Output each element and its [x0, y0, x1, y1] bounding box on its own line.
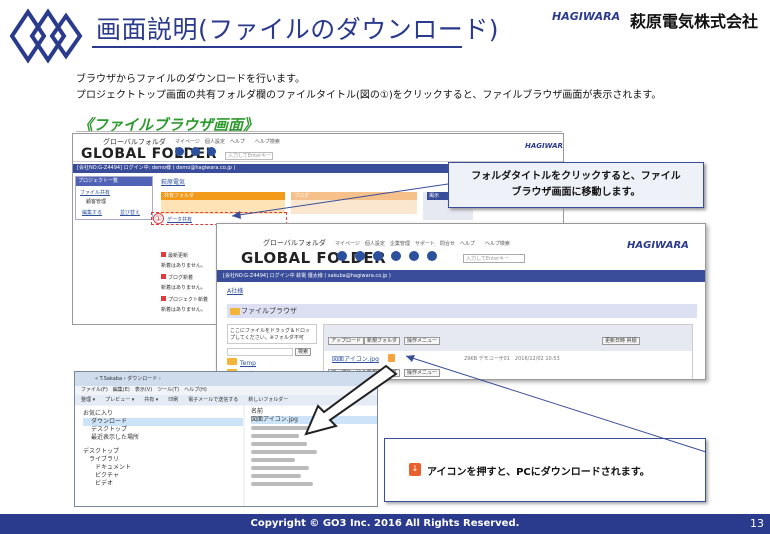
- callout-folder-title: フォルダタイトルをクリックすると、ファイル ブラウザ画面に移動します。: [448, 162, 704, 208]
- s2-file-meta: 29KB デモユーザ01 2016/12/02 10:53: [464, 356, 560, 362]
- s1-notice-text: 新着はありません。: [161, 285, 206, 291]
- s3-nav-item[interactable]: ビデオ: [83, 480, 243, 488]
- s2-new-folder-button[interactable]: 新規フォルダ: [364, 337, 401, 345]
- s2-breadcrumb[interactable]: A社様: [227, 286, 243, 295]
- s1-blog-header: ブログ: [291, 192, 417, 200]
- s3-menu-bar[interactable]: ファイル(F) 編集(E) 表示(V) ツール(T) ヘルプ(H): [75, 386, 377, 395]
- s3-file-row[interactable]: [251, 472, 377, 480]
- intro-text: ブラウザからファイルのダウンロードを行います。 プロジェクトトップ画面の共有フォ…: [76, 72, 661, 104]
- settings-icon[interactable]: [191, 147, 200, 156]
- s2-login-bar: [会社NO:G-Z4494] ログイン中 萩電 優太様 ( sakuba@hag…: [217, 270, 705, 282]
- s2-nav: マイページ 個人設定 企業管理 サポート 問合せ ヘルプ ヘルプ検索: [335, 241, 510, 247]
- s1-notices: 最新更新 新着はありません。 ブログ新着 新着はありません。 プロジェクト新着 …: [161, 252, 223, 313]
- download-icon: ↓: [409, 463, 421, 476]
- s1-blog-body: [291, 200, 417, 214]
- s3-nav-item[interactable]: ピクチャ: [83, 472, 243, 480]
- s2-brand-small: グローバルフォルダ: [263, 239, 326, 247]
- s3-toolbar[interactable]: 整理 ▾ プレビュー ▾ 共有 ▾ 印刷 電子メールで送信する 新しいフォルダー: [75, 395, 377, 405]
- s2-folder-search-input[interactable]: [227, 348, 293, 356]
- s1-header: グローバルフォルダ GLOBAL FOLDER マイページ 個人設定 ヘルプ ヘ…: [73, 134, 563, 162]
- s1-project-item[interactable]: ファイル共有: [80, 189, 110, 196]
- title-underline: [92, 46, 462, 48]
- s1-project-item[interactable]: 顧客管理: [86, 198, 106, 205]
- s2-drop-zone[interactable]: ここにファイルをドラッグ＆ドロップしてください。※フォルダ不可: [227, 324, 317, 344]
- s2-ops-menu-button[interactable]: 操作メニュー: [404, 337, 441, 345]
- s3-nav-item[interactable]: デスクトップ: [83, 448, 243, 456]
- intro-line-1: ブラウザからファイルのダウンロードを行います。: [76, 74, 305, 85]
- s3-file-row[interactable]: [251, 432, 377, 440]
- file-browser-screenshot: グローバルフォルダ GLOBAL FOLDER マイページ 個人設定 企業管理 …: [216, 223, 706, 380]
- s2-hagiwara-logo: HAGIWARA: [627, 240, 689, 251]
- s3-nav-item[interactable]: ドキュメント: [83, 464, 243, 472]
- s1-notice-label: プロジェクト新着: [168, 297, 209, 303]
- s3-nav-pane: お気に入り ダウンロード デスクトップ 最近表示した場所 デスクトップ ライブラ…: [75, 406, 243, 506]
- s1-shared-folder-header: 共有フォルダ: [161, 192, 285, 200]
- s3-file-row[interactable]: [251, 440, 377, 448]
- s1-project-title[interactable]: 萩原電気: [161, 177, 185, 186]
- explorer-screenshot: « T.Sakaba › ダウンロード › ファイル(F) 編集(E) 表示(V…: [74, 371, 378, 507]
- s1-hagiwara-logo: HAGIWARA: [525, 142, 564, 150]
- s3-file-row[interactable]: [251, 424, 377, 432]
- s3-address-bar[interactable]: « T.Sakaba › ダウンロード ›: [75, 372, 377, 386]
- s2-search-button[interactable]: 検索: [295, 348, 312, 356]
- hagiwara-logo: HAGIWARA: [552, 10, 621, 23]
- s3-list-header[interactable]: 名前: [251, 408, 377, 416]
- s1-notice-label: 最新更新: [168, 253, 189, 259]
- s3-nav-item[interactable]: お気に入り: [83, 410, 243, 418]
- s1-order-link[interactable]: 並び替え: [120, 209, 140, 216]
- contact-icon[interactable]: [409, 251, 419, 261]
- s1-project-list-header: プロジェクト一覧: [76, 177, 152, 186]
- s1-notice-text: 新着はありません。: [161, 307, 206, 313]
- mypage-icon[interactable]: [175, 147, 184, 156]
- callout-2-text: アイコンを押すと、PCにダウンロードされます。: [427, 467, 650, 478]
- page-number: 13: [750, 517, 764, 530]
- go3-logo: [9, 8, 83, 64]
- s2-search-input[interactable]: 入力してEnterキー: [463, 254, 525, 263]
- company-name: 萩原電気株式会社: [630, 12, 759, 31]
- s1-edit-link[interactable]: 編集する: [82, 209, 102, 216]
- callout-1-line-1: フォルダタイトルをクリックすると、ファイル: [471, 171, 681, 182]
- s3-file-list: 名前 図面アイコン.jpg: [245, 406, 377, 506]
- s1-project-list: プロジェクト一覧 ファイル共有 顧客管理 編集する 並び替え: [75, 176, 153, 220]
- section-rule: [76, 131, 562, 132]
- s2-file-table: アップロード 新規フォルダ 操作メニュー 更新日時 昇順 図面アイコン.jpg …: [323, 324, 693, 379]
- s3-file-row[interactable]: [251, 448, 377, 456]
- s2-folder-item[interactable]: Temp: [240, 360, 256, 367]
- intro-line-2: プロジェクトトップ画面の共有フォルダ欄のファイルタイトル(図の①)をクリックする…: [76, 90, 662, 101]
- s2-file-link[interactable]: 図面アイコン.jpg: [332, 354, 379, 363]
- s2-upload-button[interactable]: アップロード: [328, 337, 365, 345]
- s3-file-row[interactable]: [251, 464, 377, 472]
- callout-1-line-2: ブラウザ画面に移動します。: [511, 187, 641, 198]
- mypage-icon[interactable]: [337, 251, 347, 261]
- folder-icon: [230, 308, 240, 315]
- download-icon[interactable]: [388, 354, 395, 362]
- s3-nav-item[interactable]: 最近表示した場所: [83, 434, 243, 442]
- s2-table-toolbar: アップロード 新規フォルダ 操作メニュー 更新日時 昇順: [324, 325, 692, 351]
- s1-notice-label: ブログ新着: [168, 275, 194, 281]
- callout-download: ↓ アイコンを押すと、PCにダウンロードされます。: [384, 438, 706, 502]
- help-icon[interactable]: [427, 251, 437, 261]
- settings-icon[interactable]: [355, 251, 365, 261]
- support-icon[interactable]: [391, 251, 401, 261]
- s1-notice-text: 新着はありません。: [161, 263, 206, 269]
- page-title: 画面説明(ファイルのダウンロード): [96, 15, 500, 44]
- footer-copyright: Copyright © GO3 Inc. 2016 All Rights Res…: [0, 514, 770, 534]
- s1-folder-title-link[interactable]: データ共有: [167, 216, 192, 223]
- s3-downloaded-file[interactable]: 図面アイコン.jpg: [251, 416, 377, 424]
- s1-nav: マイページ 個人設定 ヘルプ ヘルプ検索: [175, 139, 280, 145]
- s2-file-browser-label: ファイルブラウザ: [241, 307, 297, 315]
- s3-file-row[interactable]: [251, 480, 377, 488]
- s2-ops-menu-button[interactable]: 操作メニュー: [404, 369, 441, 377]
- s3-file-row[interactable]: [251, 456, 377, 464]
- s3-nav-item[interactable]: ライブラリ: [83, 456, 243, 464]
- s1-search-input[interactable]: 入力してEnterキー: [225, 152, 273, 160]
- help-icon[interactable]: [207, 147, 216, 156]
- s3-nav-item[interactable]: デスクトップ: [83, 426, 243, 434]
- s3-nav-item[interactable]: ダウンロード: [83, 418, 243, 426]
- marker-1: ①: [153, 213, 164, 224]
- company-icon[interactable]: [373, 251, 383, 261]
- s2-sort-select[interactable]: 更新日時 昇順: [602, 337, 640, 345]
- s2-file-browser-header: ファイルブラウザ: [227, 304, 697, 318]
